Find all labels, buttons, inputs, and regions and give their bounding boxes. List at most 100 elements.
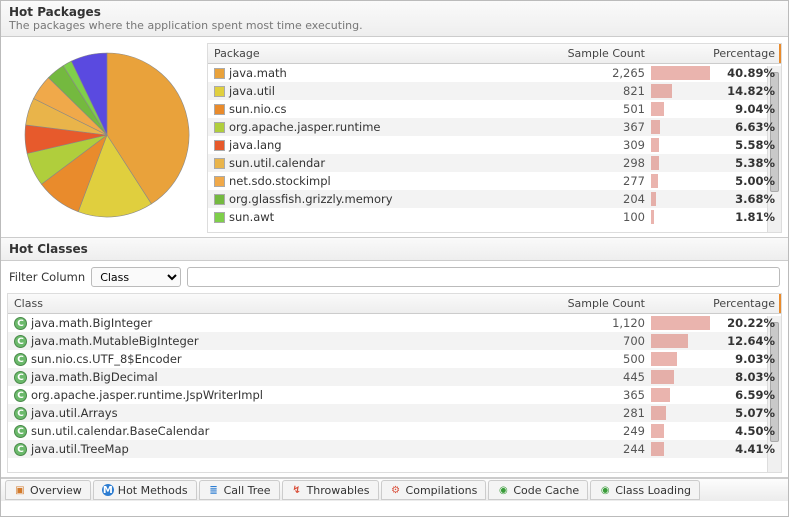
hot-classes-table: Class Sample Count Percentage Cjava.math… (7, 293, 782, 473)
percentage-cell: 20.22% (651, 314, 781, 333)
class-icon: C (14, 443, 27, 456)
compilations-icon: ⚙ (390, 484, 402, 496)
tab-compilations[interactable]: ⚙ Compilations (381, 480, 487, 500)
package-name: java.lang (229, 138, 282, 152)
class-icon: C (14, 353, 27, 366)
column-header-package[interactable]: Package (208, 44, 541, 64)
sample-count-cell: 100 (541, 208, 651, 226)
package-name: org.apache.jasper.runtime (229, 120, 380, 134)
tab-class-loading-label: Class Loading (615, 484, 691, 497)
package-name: org.glassfish.grizzly.memory (229, 192, 393, 206)
filter-column-select[interactable]: Class (91, 267, 181, 287)
sample-count-cell: 244 (541, 440, 651, 458)
percentage-cell: 40.89% (651, 64, 781, 83)
overview-icon: ▣ (14, 484, 26, 496)
class-icon: C (14, 335, 27, 348)
tab-throwables-label: Throwables (307, 484, 370, 497)
class-name: java.util.Arrays (31, 406, 118, 420)
column-header-percentage-label: Percentage (713, 47, 775, 60)
sample-count-cell: 445 (541, 368, 651, 386)
throwables-icon: ↯ (291, 484, 303, 496)
tab-hot-methods-label: Hot Methods (118, 484, 188, 497)
sample-count-cell: 298 (541, 154, 651, 172)
sample-count-cell: 204 (541, 190, 651, 208)
percentage-cell: 3.68% (651, 190, 781, 208)
table-row[interactable]: java.util82114.82% (208, 82, 781, 100)
column-header-class[interactable]: Class (8, 294, 541, 314)
column-header-percentage[interactable]: Percentage (651, 294, 781, 314)
column-header-percentage[interactable]: Percentage (651, 44, 781, 64)
table-row[interactable]: Cjava.math.MutableBigInteger70012.64% (8, 332, 781, 350)
class-name: java.math.BigInteger (31, 316, 152, 330)
percentage-cell: 5.07% (651, 404, 781, 422)
class-name: org.apache.jasper.runtime.JspWriterImpl (31, 388, 263, 402)
tab-class-loading[interactable]: ◉ Class Loading (590, 480, 700, 500)
tab-throwables[interactable]: ↯ Throwables (282, 480, 379, 500)
hot-packages-section: Hot Packages The packages where the appl… (1, 1, 788, 238)
table-row[interactable]: java.math2,26540.89% (208, 64, 781, 83)
class-icon: C (14, 371, 27, 384)
tab-compilations-label: Compilations (406, 484, 478, 497)
table-row[interactable]: Cjava.util.Arrays2815.07% (8, 404, 781, 422)
column-header-package-label: Package (214, 47, 260, 60)
percentage-cell: 12.64% (651, 332, 781, 350)
hot-packages-subtitle: The packages where the application spent… (9, 19, 780, 32)
package-color-swatch-icon (214, 86, 225, 97)
table-row[interactable]: Corg.apache.jasper.runtime.JspWriterImpl… (8, 386, 781, 404)
table-row[interactable]: sun.nio.cs5019.04% (208, 100, 781, 118)
call-tree-icon: ≣ (208, 484, 220, 496)
class-name: java.util.TreeMap (31, 442, 129, 456)
tab-overview-label: Overview (30, 484, 82, 497)
column-header-sample-count-label: Sample Count (568, 297, 645, 310)
sample-count-cell: 367 (541, 118, 651, 136)
table-row[interactable]: sun.util.calendar2985.38% (208, 154, 781, 172)
hot-packages-table: Package Sample Count Percentage java.mat… (207, 43, 782, 233)
percentage-cell: 6.63% (651, 118, 781, 136)
table-row[interactable]: net.sdo.stockimpl2775.00% (208, 172, 781, 190)
table-row[interactable]: sun.awt1001.81% (208, 208, 781, 226)
filter-text-input[interactable] (187, 267, 780, 287)
package-color-swatch-icon (214, 104, 225, 115)
table-row[interactable]: org.glassfish.grizzly.memory 2043.68% (208, 190, 781, 208)
table-row[interactable]: Csun.nio.cs.UTF_8$Encoder5009.03% (8, 350, 781, 368)
column-header-sample-count-label: Sample Count (568, 47, 645, 60)
table-row[interactable]: Cjava.util.TreeMap2444.41% (8, 440, 781, 458)
table-row[interactable]: org.apache.jasper.runtime 3676.63% (208, 118, 781, 136)
table-row[interactable]: java.lang3095.58% (208, 136, 781, 154)
percentage-cell: 9.03% (651, 350, 781, 368)
sort-indicator-icon (779, 294, 781, 313)
column-header-percentage-label: Percentage (713, 297, 775, 310)
sample-count-cell: 249 (541, 422, 651, 440)
table-row[interactable]: Csun.util.calendar.BaseCalendar2494.50% (8, 422, 781, 440)
table-row[interactable]: Cjava.math.BigDecimal4458.03% (8, 368, 781, 386)
hot-classes-section: Hot Classes Filter Column Class Class Sa… (1, 238, 788, 478)
package-color-swatch-icon (214, 212, 225, 223)
class-icon: C (14, 317, 27, 330)
sample-count-cell: 500 (541, 350, 651, 368)
hot-classes-body: Filter Column Class Class Sample Count P… (1, 261, 788, 477)
package-name: sun.util.calendar (229, 156, 325, 170)
tab-strip: ▣ Overview M Hot Methods ≣ Call Tree ↯ T… (1, 478, 788, 501)
package-name: sun.awt (229, 210, 274, 224)
class-name: java.math.MutableBigInteger (31, 334, 199, 348)
package-color-swatch-icon (214, 176, 225, 187)
percentage-cell: 9.04% (651, 100, 781, 118)
tab-call-tree[interactable]: ≣ Call Tree (199, 480, 280, 500)
class-name: sun.util.calendar.BaseCalendar (31, 424, 209, 438)
column-header-sample-count[interactable]: Sample Count (541, 294, 651, 314)
package-name: sun.nio.cs (229, 102, 287, 116)
hot-packages-header: Hot Packages The packages where the appl… (1, 1, 788, 37)
tab-overview[interactable]: ▣ Overview (5, 480, 91, 500)
table-row[interactable]: Cjava.math.BigInteger 1,12020.22% (8, 314, 781, 333)
package-color-swatch-icon (214, 122, 225, 133)
code-cache-icon: ◉ (497, 484, 509, 496)
package-color-swatch-icon (214, 158, 225, 169)
percentage-cell: 14.82% (651, 82, 781, 100)
sample-count-cell: 1,120 (541, 314, 651, 333)
hot-packages-title: Hot Packages (9, 5, 780, 19)
column-header-sample-count[interactable]: Sample Count (541, 44, 651, 64)
tab-call-tree-label: Call Tree (224, 484, 271, 497)
tab-hot-methods[interactable]: M Hot Methods (93, 480, 197, 500)
tab-code-cache[interactable]: ◉ Code Cache (488, 480, 588, 500)
class-name: java.math.BigDecimal (31, 370, 158, 384)
